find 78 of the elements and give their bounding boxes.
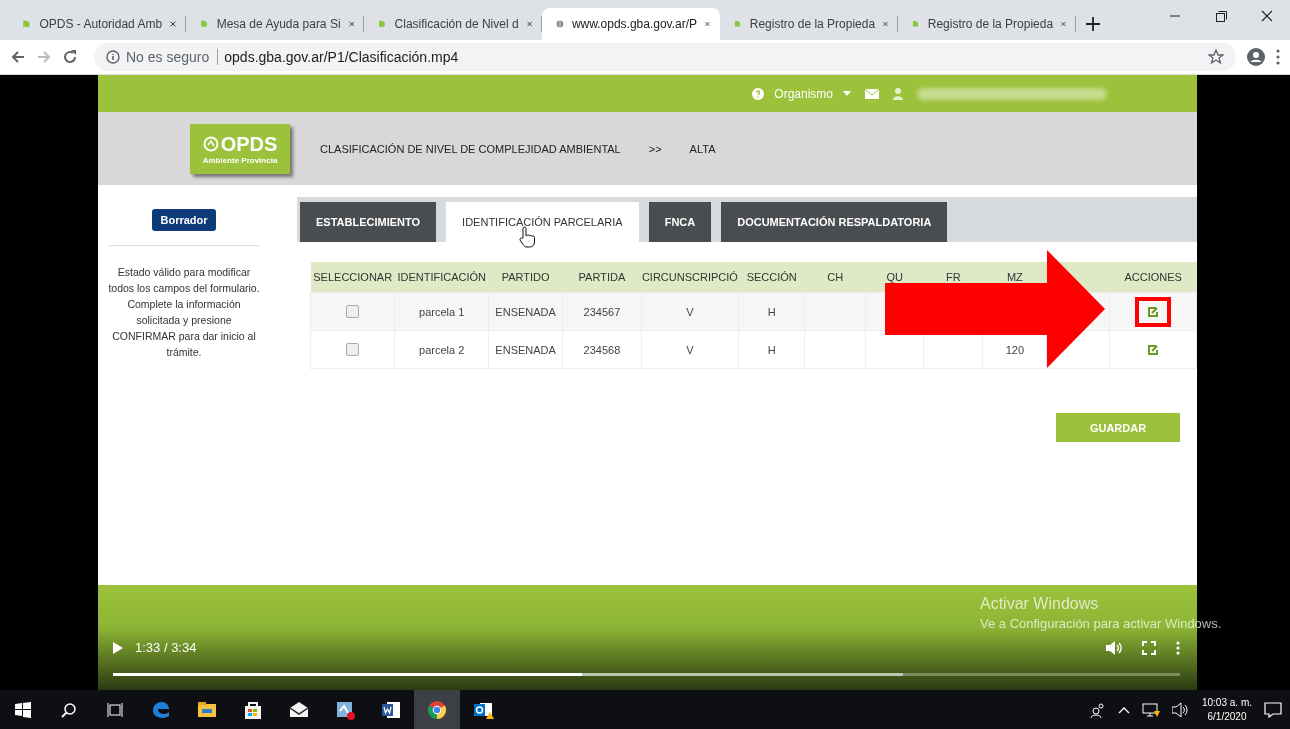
taskbar-app[interactable] (414, 690, 460, 729)
edit-icon[interactable] (1147, 305, 1160, 318)
reload-icon[interactable] (62, 49, 78, 65)
info-icon[interactable] (106, 50, 120, 64)
breadcrumb-item: ALTA (689, 142, 716, 155)
notification-icon[interactable] (1264, 701, 1282, 718)
clock[interactable]: 10:03 a. m. 6/1/2020 (1201, 695, 1252, 724)
windows-start-icon[interactable] (15, 701, 31, 718)
browser-tab[interactable]: Registro de la Propieda (720, 8, 898, 40)
task-view-icon[interactable] (107, 701, 123, 718)
hand-cursor-icon (518, 226, 537, 248)
video-time: 1:33 / 3:34 (135, 640, 197, 655)
table-cell: 234568 (583, 343, 621, 356)
status-badge: Borrador (152, 209, 216, 231)
column-header: CH (827, 271, 844, 283)
volume-icon[interactable] (1171, 702, 1190, 717)
column-header: MZ (1006, 271, 1023, 283)
browser-tab[interactable]: Mesa de Ayuda para Si (186, 8, 364, 40)
url-text: opds.gba.gov.ar/P1/Clasificación.mp4 (224, 49, 459, 65)
network-icon[interactable] (1141, 701, 1160, 718)
column-header: QU (886, 271, 904, 283)
form-tab[interactable]: DOCUMENTACIÓN RESPALDATORIA (721, 202, 948, 242)
back-icon[interactable] (10, 49, 26, 65)
close-icon[interactable] (1061, 19, 1066, 29)
table-cell: parcela 2 (419, 343, 465, 356)
clock-time: 10:03 a. m. (1201, 695, 1252, 710)
column-header: FR (945, 271, 961, 283)
breadcrumb-item: CLASIFICACIÓN DE NIVEL DE COMPLEJIDAD AMBIENTAL (320, 142, 621, 155)
table-cell: ENSENADA (495, 305, 556, 318)
column-header: PARTIDA (578, 271, 626, 283)
table-cell: 234567 (583, 305, 621, 318)
clock-date: 6/1/2020 (1206, 709, 1248, 724)
column-header: SECCIÓN (746, 271, 797, 283)
star-icon[interactable] (1208, 49, 1224, 65)
security-label: No es seguro (126, 49, 219, 65)
close-icon[interactable] (705, 19, 710, 29)
more-icon[interactable] (1176, 640, 1180, 655)
edit-icon[interactable] (1147, 343, 1160, 356)
form-tab[interactable]: ESTABLECIMIENTO (300, 202, 437, 242)
logo-tagline: Ambiente Provincia (202, 155, 278, 165)
chrome-app-icon (426, 698, 448, 721)
browser-tab[interactable]: OPDS - Autoridad Amb (8, 8, 186, 40)
logo-name: OPDS (220, 132, 278, 156)
play-icon[interactable] (113, 641, 123, 654)
video-progress-bar[interactable] (113, 673, 1180, 676)
table-cell: H (767, 343, 776, 356)
address-bar[interactable]: No es seguro opds.gba.gov.ar/P1/Clasificación.mp4 (94, 43, 1236, 71)
people-icon[interactable] (1089, 701, 1106, 718)
chevron-up-icon[interactable] (1117, 705, 1130, 714)
table-cell: ENSENADA (495, 343, 556, 356)
more-icon[interactable] (1276, 49, 1280, 65)
column-header: CIRCUNSCRIPCIÓ (641, 271, 738, 283)
table-cell: parcela 1 (419, 305, 465, 318)
column-header: PARTIDO (501, 271, 550, 283)
close-icon[interactable] (883, 19, 888, 29)
table-cell: H (767, 305, 776, 318)
status-help-text: Estado válido para modificar todos los campos del formulario. Complete la información solicitada y presione CONFIRMAR para dar inicio al trámite. (107, 265, 261, 360)
activation-title: Activar Windows (980, 595, 1100, 613)
table-cell: V (686, 343, 694, 356)
column-header: IDENTIFICACIÓN (397, 271, 486, 283)
close-icon[interactable] (526, 19, 532, 29)
row-checkbox[interactable] (346, 305, 360, 319)
search-icon[interactable] (61, 701, 77, 718)
breadcrumb-item: >> (648, 142, 662, 155)
column-header: ACCIONES (1124, 271, 1182, 283)
browser-tab[interactable]: Registro de la Propieda (898, 8, 1076, 40)
browser-tab[interactable]: Clasificación de Nivel d (364, 8, 542, 40)
row-checkbox[interactable] (346, 343, 360, 357)
table-cell: V (686, 305, 694, 318)
form-tab[interactable]: FNCA (648, 202, 712, 242)
browser-tab[interactable]: www.opds.gba.gov.ar/P (542, 8, 720, 40)
close-icon[interactable] (170, 19, 176, 29)
table-cell: 120 (1005, 343, 1025, 356)
fullscreen-icon[interactable] (1142, 640, 1156, 655)
plus-icon[interactable] (1086, 17, 1100, 31)
column-header: SELECCIONAR (313, 271, 393, 283)
account-icon[interactable] (1246, 47, 1266, 67)
close-icon[interactable] (348, 19, 354, 29)
